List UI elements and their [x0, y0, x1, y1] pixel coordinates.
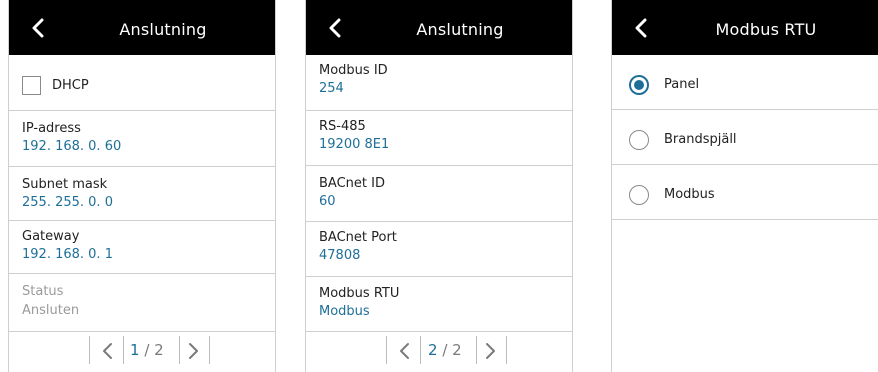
modbus-rtu-value: Modbus	[319, 304, 370, 319]
connection-panel-page-2: Anslutning Modbus ID 254 RS-485 19200 8E…	[305, 0, 573, 372]
ip-address-row[interactable]: IP-adress 192. 168. 0. 60	[9, 111, 275, 167]
pager-divider	[420, 336, 421, 364]
current-page: 1	[130, 341, 140, 359]
bacnet-port-label: BACnet Port	[319, 230, 397, 245]
header: Anslutning	[9, 0, 275, 55]
bacnet-port-value: 47808	[319, 248, 361, 263]
back-icon[interactable]	[326, 18, 346, 38]
header: Modbus RTU	[612, 0, 878, 55]
modbus-id-label: Modbus ID	[319, 63, 388, 78]
dhcp-label: DHCP	[52, 78, 89, 93]
modbus-id-row[interactable]: Modbus ID 254	[306, 55, 572, 111]
current-page: 2	[428, 341, 438, 359]
rs485-value: 19200 8E1	[319, 137, 390, 152]
modbus-rtu-panel: Modbus RTU Panel Brandspjäll Modbus	[611, 0, 878, 372]
gateway-label: Gateway	[22, 229, 80, 244]
ip-address-label: IP-adress	[22, 121, 81, 136]
gateway-value: 192. 168. 0. 1	[22, 247, 113, 262]
page-separator: /	[442, 341, 448, 359]
dhcp-row[interactable]: DHCP	[9, 55, 275, 111]
option-label: Modbus	[664, 187, 715, 202]
modbus-rtu-label: Modbus RTU	[319, 286, 400, 301]
radio-brandspjall[interactable]	[629, 130, 649, 150]
rs485-row[interactable]: RS-485 19200 8E1	[306, 111, 572, 166]
pager-divider	[89, 336, 90, 364]
pager-divider	[123, 336, 124, 364]
option-brandspjall[interactable]: Brandspjäll	[612, 110, 878, 165]
page-indicator: 1 / 2	[130, 341, 164, 359]
pagination: 2 / 2	[306, 332, 572, 372]
back-icon[interactable]	[29, 18, 49, 38]
bacnet-port-row[interactable]: BACnet Port 47808	[306, 222, 572, 277]
pagination: 1 / 2	[9, 332, 275, 372]
back-icon[interactable]	[632, 18, 652, 38]
pager-divider	[506, 336, 507, 364]
status-row: Status Ansluten	[9, 274, 275, 332]
option-label: Brandspjäll	[664, 132, 737, 147]
page-title: Modbus RTU	[715, 20, 817, 39]
option-panel[interactable]: Panel	[612, 55, 878, 110]
pager-divider	[386, 336, 387, 364]
header: Anslutning	[306, 0, 572, 55]
option-label: Panel	[664, 77, 700, 92]
chevron-left-icon[interactable]	[101, 342, 115, 360]
status-label: Status	[22, 284, 64, 299]
page-title: Anslutning	[119, 20, 207, 39]
page-indicator: 2 / 2	[428, 341, 462, 359]
dhcp-checkbox[interactable]	[22, 76, 41, 95]
subnet-mask-row[interactable]: Subnet mask 255. 255. 0. 0	[9, 167, 275, 221]
radio-panel[interactable]	[629, 75, 649, 95]
total-pages: 2	[154, 341, 164, 359]
status-value: Ansluten	[22, 303, 80, 318]
bacnet-id-row[interactable]: BACnet ID 60	[306, 166, 572, 222]
pager-divider	[209, 336, 210, 364]
modbus-id-value: 254	[319, 81, 344, 96]
option-modbus[interactable]: Modbus	[612, 165, 878, 220]
total-pages: 2	[452, 341, 462, 359]
rs485-label: RS-485	[319, 119, 366, 134]
page-separator: /	[144, 341, 150, 359]
radio-modbus[interactable]	[629, 185, 649, 205]
subnet-mask-label: Subnet mask	[22, 177, 108, 192]
chevron-right-icon[interactable]	[186, 342, 200, 360]
subnet-mask-value: 255. 255. 0. 0	[22, 195, 113, 210]
pager-divider	[476, 336, 477, 364]
page-title: Anslutning	[416, 20, 504, 39]
ip-address-value: 192. 168. 0. 60	[22, 139, 122, 154]
modbus-rtu-row[interactable]: Modbus RTU Modbus	[306, 277, 572, 332]
gateway-row[interactable]: Gateway 192. 168. 0. 1	[9, 221, 275, 274]
chevron-right-icon[interactable]	[483, 342, 497, 360]
pager-divider	[179, 336, 180, 364]
bacnet-id-value: 60	[319, 194, 336, 209]
connection-panel-page-1: Anslutning DHCP IP-adress 192. 168. 0. 6…	[8, 0, 276, 372]
chevron-left-icon[interactable]	[398, 342, 412, 360]
bacnet-id-label: BACnet ID	[319, 176, 385, 191]
